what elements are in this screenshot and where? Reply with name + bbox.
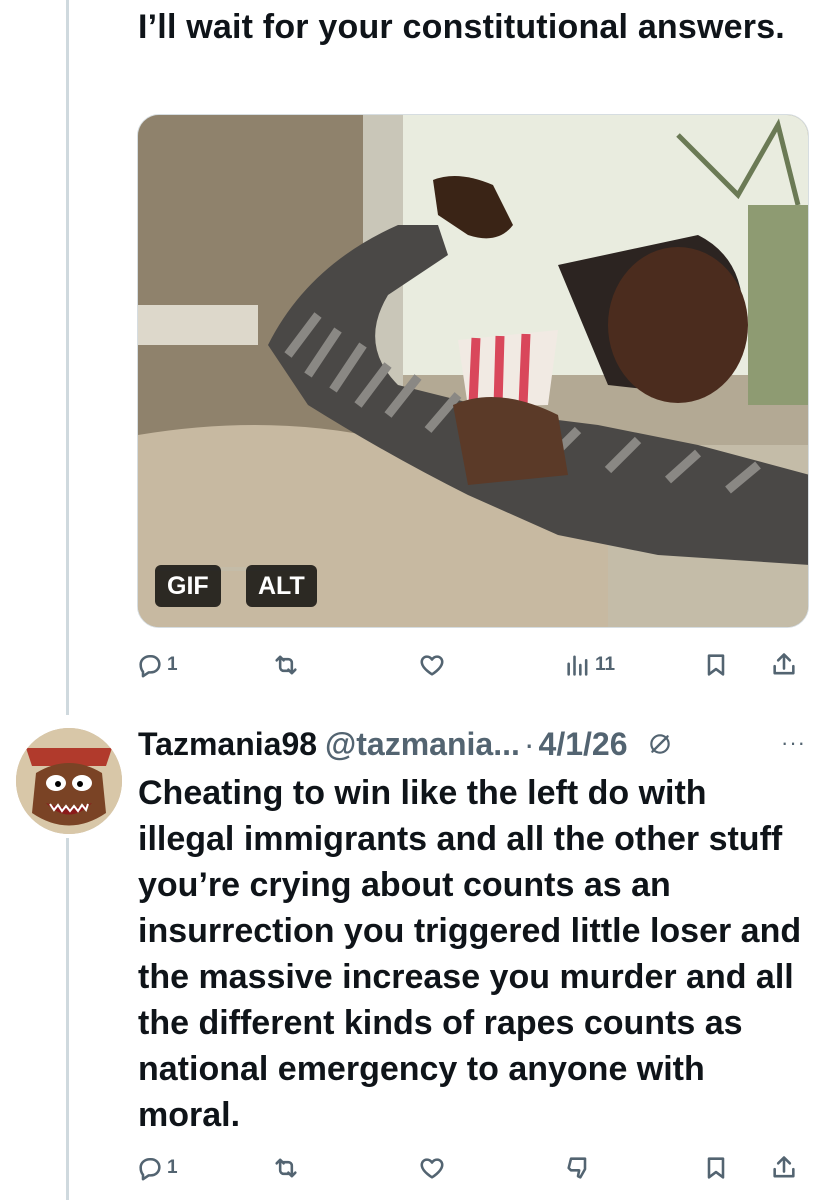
post-header: Tazmania98 @tazmania... · 4/1/26 ··· xyxy=(138,724,810,764)
views-count: 11 xyxy=(595,654,616,675)
bookmark-button[interactable] xyxy=(702,645,730,685)
share-icon xyxy=(773,1156,795,1178)
alt-badge[interactable]: ALT xyxy=(246,565,317,607)
gif-media[interactable]: GIF ALT xyxy=(137,114,809,628)
post2-action-bar: 1 xyxy=(136,1148,808,1188)
reply-count: 1 xyxy=(167,1157,178,1178)
like-icon xyxy=(420,655,444,676)
like-button[interactable] xyxy=(418,1148,446,1188)
post-text: Cheating to win like the left do with il… xyxy=(138,774,802,1134)
bookmark-button[interactable] xyxy=(702,1148,730,1188)
views-button[interactable]: 11 xyxy=(564,645,615,685)
views-icon xyxy=(567,655,588,676)
like-button[interactable] xyxy=(418,645,446,685)
share-icon xyxy=(773,653,795,675)
grok-icon[interactable] xyxy=(647,731,673,757)
taz-avatar-image xyxy=(16,728,122,834)
repost-icon xyxy=(275,1158,297,1178)
bookmark-icon xyxy=(707,1157,725,1179)
reply-button[interactable]: 1 xyxy=(136,1148,178,1188)
gif-image xyxy=(138,115,808,627)
repost-button[interactable] xyxy=(272,645,300,685)
separator: · xyxy=(523,725,535,762)
share-button[interactable] xyxy=(770,645,798,685)
downvote-icon xyxy=(567,1157,587,1179)
like-icon xyxy=(420,1158,444,1179)
reply-icon xyxy=(139,654,161,678)
post-date[interactable]: 4/1/26 xyxy=(539,726,628,763)
thread-connector-line xyxy=(66,838,69,1200)
display-name[interactable]: Tazmania98 xyxy=(138,726,317,763)
avatar[interactable] xyxy=(16,728,122,834)
share-button[interactable] xyxy=(770,1148,798,1188)
downvote-button[interactable] xyxy=(564,1148,592,1188)
gif-badge[interactable]: GIF xyxy=(155,565,221,607)
reply-button[interactable]: 1 xyxy=(136,645,178,685)
repost-icon xyxy=(275,655,297,675)
more-icon[interactable]: ··· xyxy=(781,730,806,756)
thread-connector-line xyxy=(66,0,69,715)
bookmark-icon xyxy=(707,654,725,676)
user-handle[interactable]: @tazmania... xyxy=(325,726,520,763)
reply-count: 1 xyxy=(167,654,178,675)
post-text: I’ll wait for your constitutional answer… xyxy=(138,8,785,46)
reply-icon xyxy=(139,1157,161,1181)
post1-action-bar: 1 11 xyxy=(136,645,808,685)
repost-button[interactable] xyxy=(272,1148,300,1188)
